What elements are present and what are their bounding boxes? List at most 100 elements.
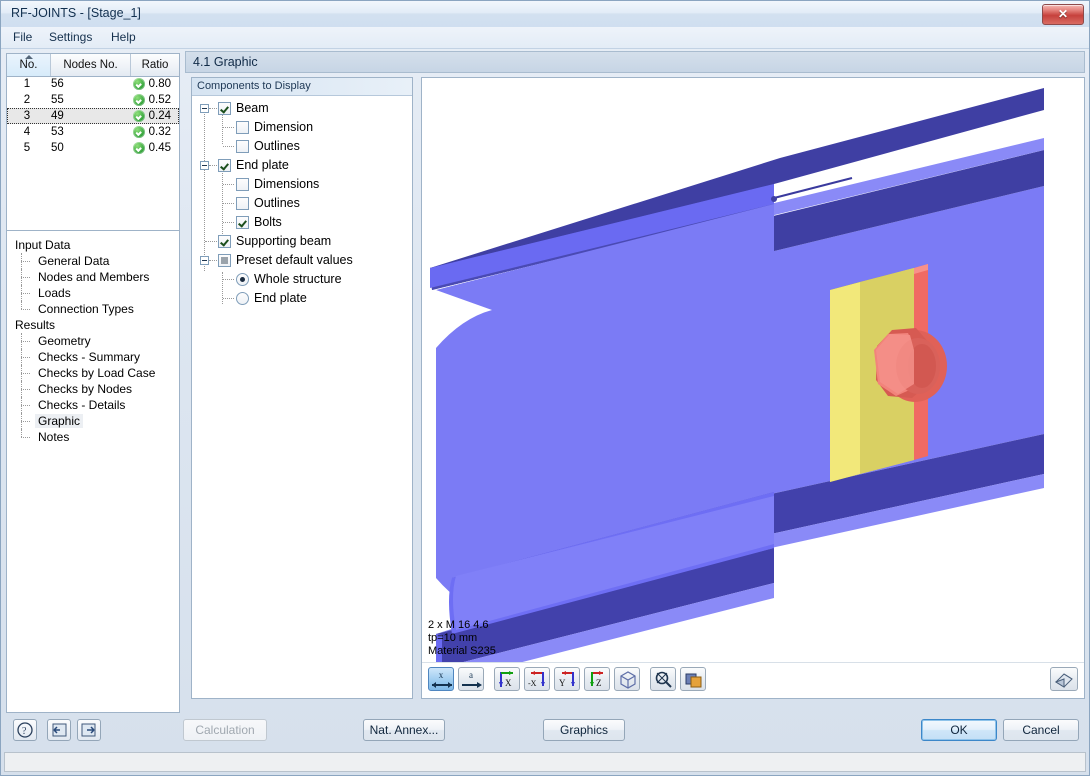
checkbox-preset-default-values[interactable] [218, 254, 231, 267]
previous-button[interactable] [47, 719, 71, 741]
table-row[interactable]: 4 53 0.32 [7, 124, 179, 140]
nat-annex-button[interactable]: Nat. Annex... [363, 719, 445, 741]
view-zoom-icon[interactable] [650, 667, 676, 691]
cell-no: 4 [23, 126, 31, 138]
checkbox-end-plate[interactable] [218, 159, 231, 172]
cancel-button[interactable]: Cancel [1003, 719, 1079, 741]
graphics-button[interactable]: Graphics [543, 719, 625, 741]
sidebar-item-nodes-and-members[interactable]: Nodes and Members [13, 269, 179, 285]
view-axis-y-icon[interactable]: Y [554, 667, 580, 691]
checkbox-bolts[interactable] [236, 216, 249, 229]
tree-item-beam-outlines[interactable]: Outlines [192, 137, 412, 156]
nav-label: Checks - Details [38, 398, 126, 412]
cell-no: 5 [23, 142, 31, 154]
sidebar-item-graphic[interactable]: Graphic [13, 413, 179, 429]
view-axis-x-icon[interactable]: X [494, 667, 520, 691]
svg-text:?: ? [22, 726, 27, 737]
tree-connector [223, 279, 234, 280]
tree-item-end-plate-preset[interactable]: End plate [192, 289, 412, 308]
radio-end-plate[interactable] [236, 292, 249, 305]
sidebar-item-connection-types[interactable]: Connection Types [13, 301, 179, 317]
tree-item-supporting-beam[interactable]: Supporting beam [192, 232, 412, 251]
cell-ratio: 0.80 [148, 78, 171, 90]
collapse-icon[interactable] [200, 104, 209, 113]
column-header-nodes-no[interactable]: Nodes No. [51, 54, 131, 76]
tree-item-beam[interactable]: Beam [192, 99, 412, 118]
table-row[interactable]: 2 55 0.52 [7, 92, 179, 108]
steel-joint-3d-model [430, 88, 1044, 662]
menu-item-help[interactable]: Help [105, 30, 142, 45]
sidebar-item-geometry[interactable]: Geometry [13, 333, 179, 349]
next-button[interactable] [77, 719, 101, 741]
tree-item-beam-dimension[interactable]: Dimension [192, 118, 412, 137]
checkbox-beam-outlines[interactable] [236, 140, 249, 153]
table-row[interactable]: 3 49 0.24 [7, 108, 179, 124]
sidebar-item-checks-summary[interactable]: Checks - Summary [13, 349, 179, 365]
tree-connector [223, 146, 234, 147]
sidebar-item-notes[interactable]: Notes [13, 429, 179, 445]
results-table-body: 1 56 0.80 2 55 0.52 3 49 0.24 4 53 0.32 … [7, 76, 179, 230]
help-button[interactable]: ? [13, 719, 37, 741]
tree-item-preset-default-values[interactable]: Preset default values [192, 251, 412, 270]
cell-ratio: 0.45 [148, 142, 171, 154]
view-axis-z-icon[interactable]: Z [584, 667, 610, 691]
tree-item-bolts[interactable]: Bolts [192, 213, 412, 232]
collapse-icon[interactable] [200, 256, 209, 265]
tree-item-end-plate-dimensions[interactable]: Dimensions [192, 175, 412, 194]
sort-ascending-icon [24, 55, 33, 59]
print-button[interactable] [1050, 667, 1078, 691]
tree-label-supporting-beam: Supporting beam [236, 234, 332, 248]
tree-connector [205, 241, 217, 242]
column-header-ratio[interactable]: Ratio [131, 54, 179, 76]
tree-label-end-plate: End plate [254, 291, 307, 305]
nav-label: Checks by Load Case [38, 366, 156, 380]
checkbox-end-plate-dimensions[interactable] [236, 178, 249, 191]
graphic-3d-view[interactable] [422, 78, 1084, 662]
tree-connector [209, 260, 217, 261]
menu-item-settings[interactable]: Settings [43, 30, 98, 45]
axis-x-icon: X [499, 671, 513, 688]
status-bar [4, 752, 1086, 772]
table-row[interactable]: 1 56 0.80 [7, 76, 179, 92]
nav-label: General Data [38, 254, 110, 268]
sidebar-item-general-data[interactable]: General Data [13, 253, 179, 269]
annotation-line-bolts: 2 x M 16 4.6 [428, 619, 489, 631]
view-layers-icon[interactable] [680, 667, 706, 691]
checkbox-beam[interactable] [218, 102, 231, 115]
tree-item-end-plate[interactable]: End plate [192, 156, 412, 175]
tree-item-whole-structure[interactable]: Whole structure [192, 270, 412, 289]
nav-label: Notes [38, 430, 70, 444]
sidebar-item-loads[interactable]: Loads [13, 285, 179, 301]
column-header-no[interactable]: No. [7, 54, 51, 76]
left-panel: No. Nodes No. Ratio 1 56 0.80 2 55 0.52 … [6, 53, 180, 713]
view-isometric-icon[interactable] [614, 667, 640, 691]
cell-no: 2 [23, 94, 31, 106]
svg-text:-X: -X [528, 679, 537, 688]
title-bar: RF-JOINTS - [Stage_1] ✕ [1, 1, 1089, 28]
menu-item-file[interactable]: File [7, 30, 38, 45]
checkbox-supporting-beam[interactable] [218, 235, 231, 248]
tree-item-end-plate-outlines[interactable]: Outlines [192, 194, 412, 213]
sidebar-item-checks-details[interactable]: Checks - Details [13, 397, 179, 413]
view-axis-minus-x-icon[interactable]: -X [524, 667, 550, 691]
radio-whole-structure[interactable] [236, 273, 249, 286]
collapse-icon[interactable] [200, 161, 209, 170]
nav-label: Connection Types [38, 302, 134, 316]
graphic-viewport-panel: 2 x M 16 4.6 tp=10 mm Material S235 x a [421, 77, 1085, 699]
sidebar-item-checks-by-nodes[interactable]: Checks by Nodes [13, 381, 179, 397]
view-a-arrow-icon[interactable]: a [458, 667, 484, 691]
tree-connector [223, 127, 234, 128]
checkbox-end-plate-outlines[interactable] [236, 197, 249, 210]
arrow-previous-icon [52, 723, 67, 737]
view-x-mirror-icon[interactable]: x [428, 667, 454, 691]
ok-button[interactable]: OK [921, 719, 997, 741]
table-row[interactable]: 5 50 0.45 [7, 140, 179, 156]
checkbox-beam-dimension[interactable] [236, 121, 249, 134]
sidebar-item-checks-by-load-case[interactable]: Checks by Load Case [13, 365, 179, 381]
nav-label: Geometry [38, 334, 91, 348]
tree-connector [209, 108, 217, 109]
annotation-line-material: Material S235 [428, 645, 496, 657]
close-button[interactable]: ✕ [1042, 4, 1084, 25]
toolbar-glyph: x [438, 670, 444, 680]
cell-ratio: 0.32 [148, 126, 171, 138]
